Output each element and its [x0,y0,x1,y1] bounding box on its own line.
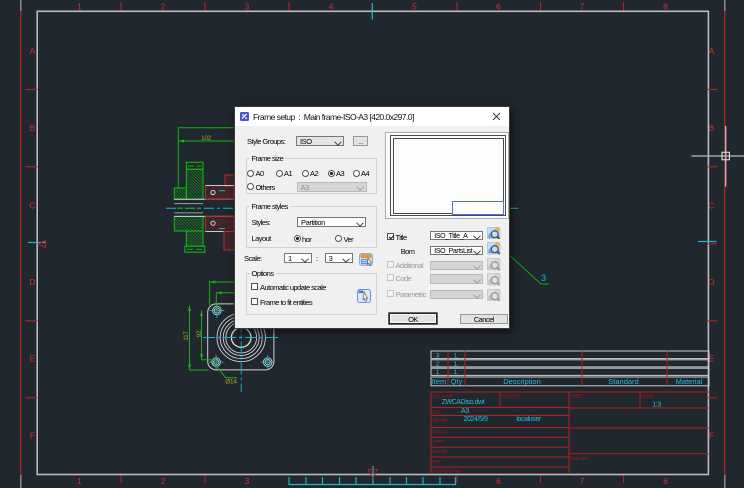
svg-text:1: 1 [436,369,440,376]
svg-text:5: 5 [412,2,417,12]
svg-text:4: 4 [329,2,334,12]
svg-text:1: 1 [454,361,458,368]
svg-text:2: 2 [161,476,166,486]
svg-text:92: 92 [196,330,203,337]
svg-text:8: 8 [663,476,668,486]
svg-text:SCALE: SCALE [642,394,655,399]
svg-text:1: 1 [77,476,82,486]
svg-text:3: 3 [245,476,250,486]
svg-text:Description: Description [503,377,541,386]
svg-text:7: 7 [580,476,585,486]
svg-text:7: 7 [580,2,585,12]
svg-text:A: A [709,46,715,56]
svg-text:E: E [709,354,715,364]
svg-text:2024/5/9: 2024/5/9 [463,416,488,423]
svg-text:ZWCADiso.dwt: ZWCADiso.dwt [442,399,485,406]
svg-text:3: 3 [436,352,440,359]
svg-text:CONTRACT NO: CONTRACT NO [433,469,462,474]
svg-text:117: 117 [183,331,190,341]
svg-text:6: 6 [496,476,501,486]
svg-text:PSCM NO: PSCM NO [502,394,521,399]
svg-text:Item: Item [432,377,447,386]
svg-text:A: A [30,46,36,56]
svg-text:F: F [709,431,714,441]
svg-text:1: 1 [454,369,458,376]
svg-text:Ø14: Ø14 [225,379,237,386]
svg-text:8: 8 [663,2,668,12]
svg-text:APPR.: APPR. [433,439,445,444]
svg-text:3: 3 [245,2,250,12]
svg-text:F: F [30,431,35,441]
svg-text:localuser: localuser [516,416,541,423]
svg-text:REV: REV [433,459,441,464]
svg-text:1: 1 [77,2,82,12]
svg-text:E: E [30,354,36,364]
svg-text:1:3: 1:3 [652,402,661,409]
svg-text:DRAWN: DRAWN [433,418,448,423]
svg-text:B: B [30,123,36,133]
svg-text:Standard: Standard [608,377,638,386]
svg-text:B: B [709,123,715,133]
svg-text:Qty: Qty [451,377,463,386]
svg-text:DWG NO: DWG NO [571,456,588,461]
svg-text:CHECK: CHECK [433,429,447,434]
svg-text:2: 2 [436,361,440,368]
svg-text:3: 3 [541,273,546,283]
svg-text:2: 2 [161,2,166,12]
svg-text:Material: Material [676,377,703,386]
svg-text:FILE NAME: FILE NAME [433,394,454,399]
svg-text:C: C [29,201,35,211]
svg-text:ISSUED: ISSUED [433,449,448,454]
svg-text:D: D [708,277,714,287]
svg-text:1: 1 [454,352,458,359]
svg-text:A3: A3 [461,408,469,415]
svg-text:D: D [29,277,35,287]
svg-text:C: C [708,201,714,211]
svg-text:SHEET: SHEET [571,394,585,399]
svg-text:SIZE: SIZE [433,410,442,415]
svg-text:102: 102 [201,135,212,142]
svg-text:6: 6 [496,2,501,12]
